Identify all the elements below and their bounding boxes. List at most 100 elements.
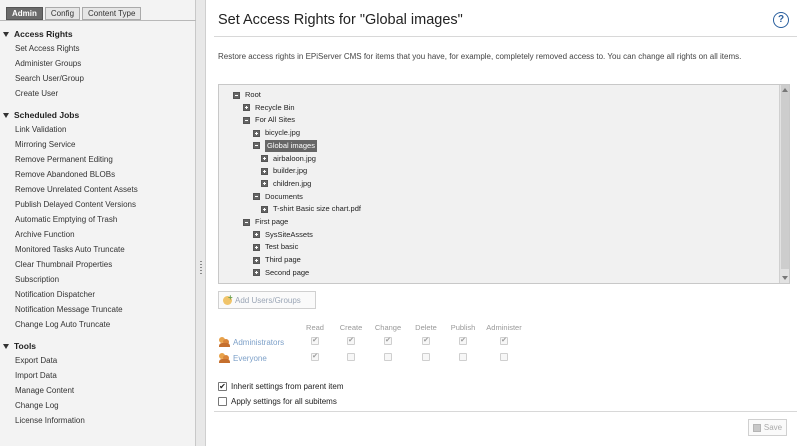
inherit-settings-option[interactable]: ✔ Inherit settings from parent item [218, 380, 344, 392]
apply-subitems-checkbox[interactable] [218, 396, 227, 406]
expand-node-icon[interactable] [253, 243, 260, 251]
tree-node-label[interactable]: bicycle.jpg [265, 127, 300, 139]
permission-checkbox-change[interactable] [384, 353, 392, 361]
group-name[interactable]: Administrators [233, 338, 284, 347]
permission-row-everyone[interactable]: Everyone [219, 352, 267, 364]
tree-node-children-jpg[interactable]: children.jpg [261, 178, 311, 190]
expand-node-icon[interactable] [243, 104, 250, 112]
sidebar-item-manage-content[interactable]: Manage Content [0, 383, 196, 398]
tree-node-test-basic[interactable]: Test basic [253, 241, 298, 253]
expand-node-icon[interactable] [261, 155, 268, 162]
collapse-node-icon[interactable] [253, 142, 260, 150]
permission-checkbox-publish[interactable]: ✔ [459, 337, 467, 345]
save-button[interactable]: Save [748, 419, 787, 436]
collapse-node-icon[interactable] [243, 116, 250, 124]
tree-node-label[interactable]: First page [255, 216, 288, 228]
tree-node-third-page[interactable]: Third page [253, 254, 301, 266]
sidebar-item-change-log-auto-truncate[interactable]: Change Log Auto Truncate [0, 317, 196, 332]
sidebar-item-license-information[interactable]: License Information [0, 413, 196, 428]
permission-checkbox-read[interactable]: ✔ [311, 353, 319, 361]
collapse-node-icon[interactable] [233, 91, 240, 99]
apply-subitems-option[interactable]: Apply settings for all subitems [218, 395, 337, 407]
expand-node-icon[interactable] [261, 167, 268, 175]
sidebar-item-set-access-rights[interactable]: Set Access Rights [0, 41, 196, 56]
tree-node-first-page[interactable]: First page [243, 216, 288, 228]
expand-node-icon[interactable] [261, 180, 268, 188]
permission-checkbox-delete[interactable]: ✔ [422, 337, 430, 345]
tree-scrollbar-thumb[interactable] [781, 85, 789, 269]
inherit-settings-checkbox[interactable]: ✔ [218, 381, 227, 391]
permission-checkbox-administer[interactable]: ✔ [500, 337, 508, 345]
tree-node-label[interactable]: Recycle Bin [255, 102, 295, 114]
collapse-triangle-icon[interactable] [3, 343, 9, 349]
sidebar-item-remove-permanent-editing[interactable]: Remove Permanent Editing [0, 152, 196, 167]
sidebar-item-subscription[interactable]: Subscription [0, 272, 196, 287]
expand-node-icon[interactable] [261, 205, 268, 213]
permission-checkbox-change[interactable]: ✔ [384, 337, 392, 345]
sidebar-item-clear-thumbnail-properties[interactable]: Clear Thumbnail Properties [0, 257, 196, 272]
splitter-grip-icon[interactable] [200, 261, 202, 275]
tree-node-bicycle-jpg[interactable]: bicycle.jpg [253, 127, 300, 139]
sidebar-item-monitored-tasks-auto-truncate[interactable]: Monitored Tasks Auto Truncate [0, 242, 196, 257]
pane-splitter[interactable] [196, 0, 206, 446]
collapse-triangle-icon[interactable] [3, 31, 9, 37]
scroll-up-icon[interactable] [782, 88, 788, 92]
tree-node-label[interactable]: For All Sites [255, 114, 295, 126]
tab-config[interactable]: Config [44, 7, 81, 20]
tree-node-label[interactable]: T-shirt Basic size chart.pdf [273, 203, 361, 215]
permission-checkbox-administer[interactable] [500, 353, 508, 361]
help-icon[interactable]: ? [773, 12, 789, 28]
tree-node-documents[interactable]: Documents [253, 191, 303, 203]
tab-admin[interactable]: Admin [6, 7, 43, 20]
tree-node-label[interactable]: airbaloon.jpg [273, 153, 316, 165]
sidebar-item-export-data[interactable]: Export Data [0, 353, 196, 368]
tree-node-label[interactable]: Second page [265, 267, 309, 279]
tree-node-label[interactable]: SysSiteAssets [265, 229, 313, 241]
tree-node-label[interactable]: builder.jpg [273, 165, 307, 177]
tree-node-label[interactable]: Documents [265, 191, 303, 203]
tree-node-label[interactable]: Global images [265, 139, 317, 152]
sidebar-item-link-validation[interactable]: Link Validation [0, 122, 196, 137]
tree-scrollbar[interactable] [779, 85, 789, 283]
sidebar-item-search-user-group[interactable]: Search User/Group [0, 71, 196, 86]
collapse-triangle-icon[interactable] [3, 112, 9, 118]
tree-node-label[interactable]: Test basic [265, 241, 298, 253]
permission-checkbox-publish[interactable] [459, 353, 467, 361]
expand-node-icon[interactable] [253, 269, 260, 277]
permission-checkbox-create[interactable] [347, 353, 355, 361]
permission-checkbox-read[interactable]: ✔ [311, 337, 319, 345]
tree-node-t-shirt-basic-size-chart-pdf[interactable]: T-shirt Basic size chart.pdf [261, 203, 361, 215]
tree-node-global-images[interactable]: Global images [253, 139, 317, 152]
tree-node-label[interactable]: Root [245, 89, 261, 101]
sidebar-item-archive-function[interactable]: Archive Function [0, 227, 196, 242]
tab-content-type[interactable]: Content Type [82, 7, 142, 20]
expand-node-icon[interactable] [253, 231, 260, 239]
tree-node-label[interactable]: Third page [265, 254, 301, 266]
sidebar-item-import-data[interactable]: Import Data [0, 368, 196, 383]
sidebar-item-remove-abandoned-blobs[interactable]: Remove Abandoned BLOBs [0, 167, 196, 182]
scroll-down-icon[interactable] [782, 276, 788, 280]
sidebar-item-notification-message-truncate[interactable]: Notification Message Truncate [0, 302, 196, 317]
permission-checkbox-delete[interactable] [422, 353, 430, 361]
group-name[interactable]: Everyone [233, 354, 267, 363]
sidebar-item-notification-dispatcher[interactable]: Notification Dispatcher [0, 287, 196, 302]
add-users-groups-button[interactable]: Add Users/Groups [218, 291, 316, 309]
tree-node-for-all-sites[interactable]: For All Sites [243, 114, 295, 126]
tree-node-label[interactable]: children.jpg [273, 178, 311, 190]
expand-node-icon[interactable] [253, 129, 260, 137]
tree-node-syssiteassets[interactable]: SysSiteAssets [253, 229, 313, 241]
expand-node-icon[interactable] [253, 256, 260, 264]
sidebar-item-publish-delayed-content-versions[interactable]: Publish Delayed Content Versions [0, 197, 196, 212]
sidebar-section-header[interactable]: Tools [0, 339, 196, 353]
sidebar-section-header[interactable]: Access Rights [0, 27, 196, 41]
collapse-node-icon[interactable] [243, 218, 250, 226]
sidebar-section-header[interactable]: Scheduled Jobs [0, 108, 196, 122]
sidebar-item-remove-unrelated-content-assets[interactable]: Remove Unrelated Content Assets [0, 182, 196, 197]
sidebar-item-create-user[interactable]: Create User [0, 86, 196, 101]
tree-node-builder-jpg[interactable]: builder.jpg [261, 165, 307, 177]
sidebar-item-change-log[interactable]: Change Log [0, 398, 196, 413]
sidebar-item-mirroring-service[interactable]: Mirroring Service [0, 137, 196, 152]
tree-node-root[interactable]: Root [233, 89, 261, 101]
sidebar-item-automatic-emptying-of-trash[interactable]: Automatic Emptying of Trash [0, 212, 196, 227]
permission-checkbox-create[interactable]: ✔ [347, 337, 355, 345]
